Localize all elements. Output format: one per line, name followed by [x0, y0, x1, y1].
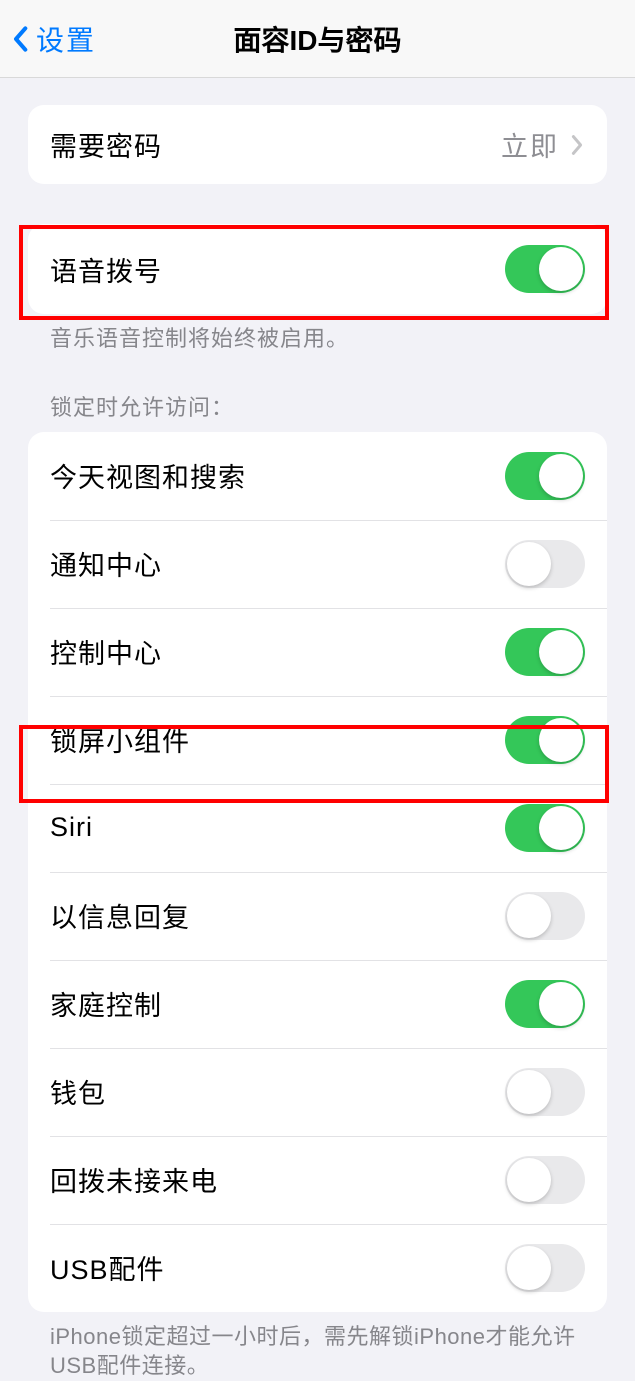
voice-dial-label: 语音拨号 [50, 250, 162, 289]
locked-access-row: Siri [28, 784, 607, 872]
voice-dial-toggle[interactable] [505, 245, 585, 293]
locked-access-label: 回拨未接来电 [50, 1160, 218, 1199]
locked-access-toggle[interactable] [505, 716, 585, 764]
locked-access-toggle[interactable] [505, 628, 585, 676]
locked-access-toggle[interactable] [505, 1068, 585, 1116]
require-passcode-value: 立即 [501, 125, 559, 164]
locked-access-row: 今天视图和搜索 [28, 432, 607, 520]
require-passcode-label: 需要密码 [50, 125, 162, 164]
locked-access-row: 以信息回复 [28, 872, 607, 960]
back-label: 设置 [36, 19, 96, 59]
page-title: 面容ID与密码 [233, 19, 401, 59]
navigation-bar: 设置 面容ID与密码 [0, 0, 635, 78]
locked-access-toggle[interactable] [505, 1244, 585, 1292]
locked-access-label: Siri [50, 812, 93, 843]
locked-access-row: 回拨未接来电 [28, 1136, 607, 1224]
voice-dial-row: 语音拨号 [28, 224, 607, 314]
locked-access-group: 今天视图和搜索通知中心控制中心锁屏小组件 Siri 以信息回复家庭控制钱包回拨未接来… [28, 432, 607, 1312]
locked-access-row: 钱包 [28, 1048, 607, 1136]
locked-access-toggle[interactable] [505, 540, 585, 588]
chevron-left-icon [10, 24, 30, 54]
locked-access-label: 以信息回复 [50, 896, 190, 935]
back-button[interactable]: 设置 [0, 19, 96, 59]
locked-access-label: 锁屏小组件 [50, 720, 190, 759]
locked-access-label: 控制中心 [50, 632, 162, 671]
voice-dial-footer: 音乐语音控制将始终被启用。 [0, 314, 635, 354]
locked-access-label: USB配件 [50, 1248, 165, 1287]
locked-access-row: 通知中心 [28, 520, 607, 608]
locked-access-toggle[interactable] [505, 804, 585, 852]
usb-footer: iPhone锁定超过一小时后，需先解锁iPhone才能允许USB配件连接。 [0, 1312, 635, 1381]
locked-access-row: 锁屏小组件 [28, 696, 607, 784]
chevron-right-icon [571, 135, 585, 155]
locked-access-label: 今天视图和搜索 [50, 456, 246, 495]
locked-access-toggle[interactable] [505, 980, 585, 1028]
locked-access-toggle[interactable] [505, 1156, 585, 1204]
locked-access-toggle[interactable] [505, 452, 585, 500]
locked-access-label: 通知中心 [50, 544, 162, 583]
passcode-group: 需要密码 立即 [28, 105, 607, 184]
locked-access-label: 家庭控制 [50, 984, 162, 1023]
locked-access-header: 锁定时允许访问： [0, 390, 635, 432]
locked-access-label: 钱包 [50, 1072, 106, 1111]
voice-dial-group: 语音拨号 [28, 224, 607, 314]
locked-access-row: 家庭控制 [28, 960, 607, 1048]
require-passcode-row[interactable]: 需要密码 立即 [28, 105, 607, 184]
locked-access-toggle[interactable] [505, 892, 585, 940]
locked-access-row: 控制中心 [28, 608, 607, 696]
locked-access-row: USB配件 [28, 1224, 607, 1312]
